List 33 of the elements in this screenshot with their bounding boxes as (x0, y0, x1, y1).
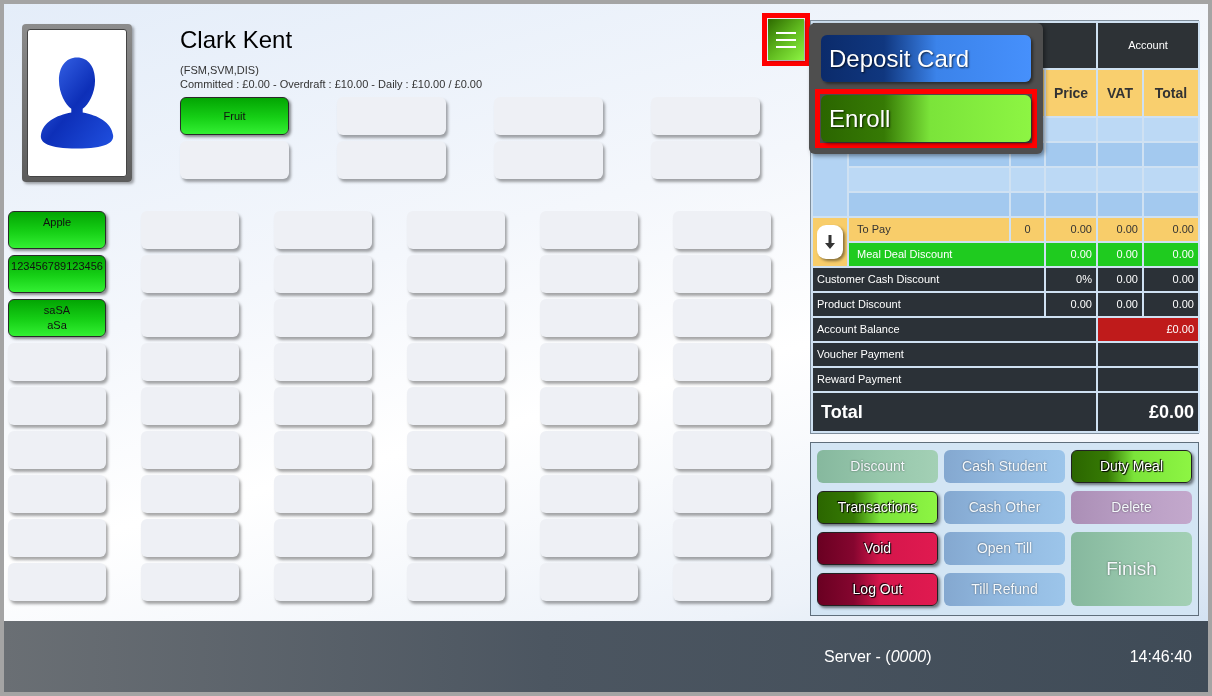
table-cell: £0.00 (1097, 392, 1199, 432)
product-button[interactable]: 123456789123456 (8, 255, 106, 293)
menu-button[interactable] (768, 19, 804, 60)
table-cell: Voucher Payment (812, 342, 1097, 367)
customer-tags: (FSM,SVM,DIS) (180, 63, 259, 77)
table-cell: Account Balance (812, 317, 1097, 342)
table-cell: Reward Payment (812, 367, 1097, 392)
action-button[interactable]: Duty Meal (1071, 450, 1192, 483)
table-cell: £0.00 (1097, 317, 1199, 342)
product-button[interactable]: saSA aSa (8, 299, 106, 337)
table-cell: Customer Cash Discount (812, 267, 1045, 292)
table-cell: Product Discount (812, 292, 1045, 317)
server-status: Server - (0000) (824, 646, 932, 667)
menu-icon (776, 31, 796, 48)
customer-name: Clark Kent (180, 26, 293, 54)
clock-time: 14:46:40 (1129, 646, 1192, 667)
product-button[interactable]: Apple (8, 211, 106, 249)
table-header-cell: Price (1045, 69, 1097, 117)
arrow-down-icon (825, 235, 835, 249)
account-summary: Committed : £0.00 - Overdraft : £10.00 - Daily : £10.00 / £0.00 (180, 77, 483, 91)
menu-item[interactable]: Enroll (821, 95, 1031, 142)
person-silhouette-icon (39, 57, 115, 149)
category-button[interactable]: Fruit (180, 97, 289, 135)
action-button[interactable]: Void (817, 532, 938, 565)
table-cell: Total (812, 392, 1097, 432)
action-button[interactable]: Log Out (817, 573, 938, 606)
table-header-cell: VAT (1097, 69, 1143, 117)
scroll-down-button[interactable] (817, 225, 843, 259)
menu-item[interactable]: Deposit Card (821, 35, 1031, 82)
table-header-cell: Total (1143, 69, 1199, 117)
table-cell: To Pay (848, 217, 1010, 242)
table-cell: Meal Deal Discount (848, 242, 1045, 267)
table-header-cell: Account (1097, 22, 1199, 69)
